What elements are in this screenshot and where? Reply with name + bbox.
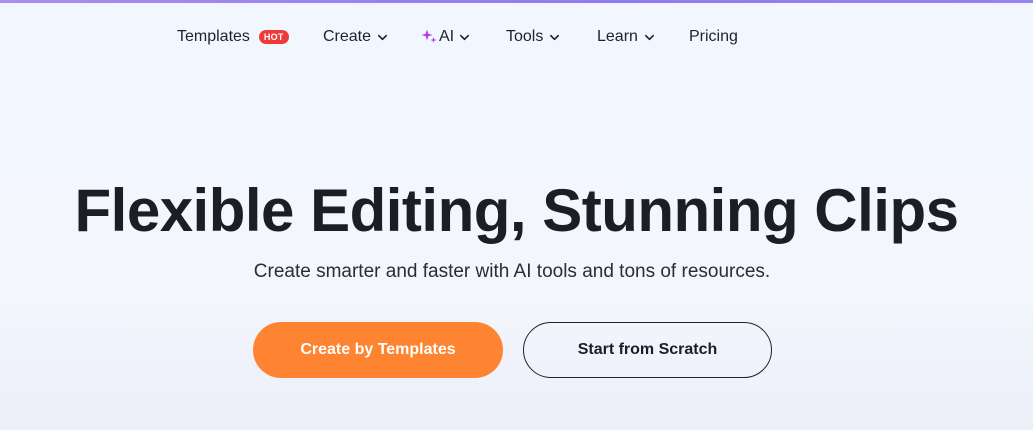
top-nav: Templates HOT Create AI Tools Learn Pric… (0, 26, 1033, 48)
top-accent-bar (0, 0, 1033, 3)
nav-item-create[interactable]: Create (323, 26, 388, 48)
create-by-templates-button[interactable]: Create by Templates (253, 322, 503, 378)
nav-item-label: Pricing (689, 28, 738, 45)
nav-item-label: Templates (177, 28, 250, 45)
hero-title: Flexible Editing, Stunning Clips (74, 177, 960, 244)
chevron-down-icon (378, 34, 388, 40)
nav-item-label: Learn (597, 28, 638, 45)
nav-item-ai[interactable]: AI (421, 26, 470, 48)
hero-subtitle: Create smarter and faster with AI tools … (253, 261, 771, 282)
chevron-down-icon (644, 34, 654, 40)
sparkle-icon (421, 29, 437, 43)
chevron-down-icon (460, 34, 470, 40)
nav-item-label: AI (439, 28, 455, 45)
start-from-scratch-button[interactable]: Start from Scratch (523, 322, 772, 378)
hot-badge: HOT (258, 30, 289, 44)
nav-item-label: Tools (506, 28, 544, 45)
chevron-down-icon (550, 34, 560, 40)
nav-item-learn[interactable]: Learn (597, 26, 655, 48)
nav-item-pricing[interactable]: Pricing (689, 26, 738, 48)
nav-item-tools[interactable]: Tools (506, 26, 560, 48)
nav-item-label: Create (323, 28, 372, 45)
nav-item-templates[interactable]: Templates HOT (177, 26, 289, 48)
